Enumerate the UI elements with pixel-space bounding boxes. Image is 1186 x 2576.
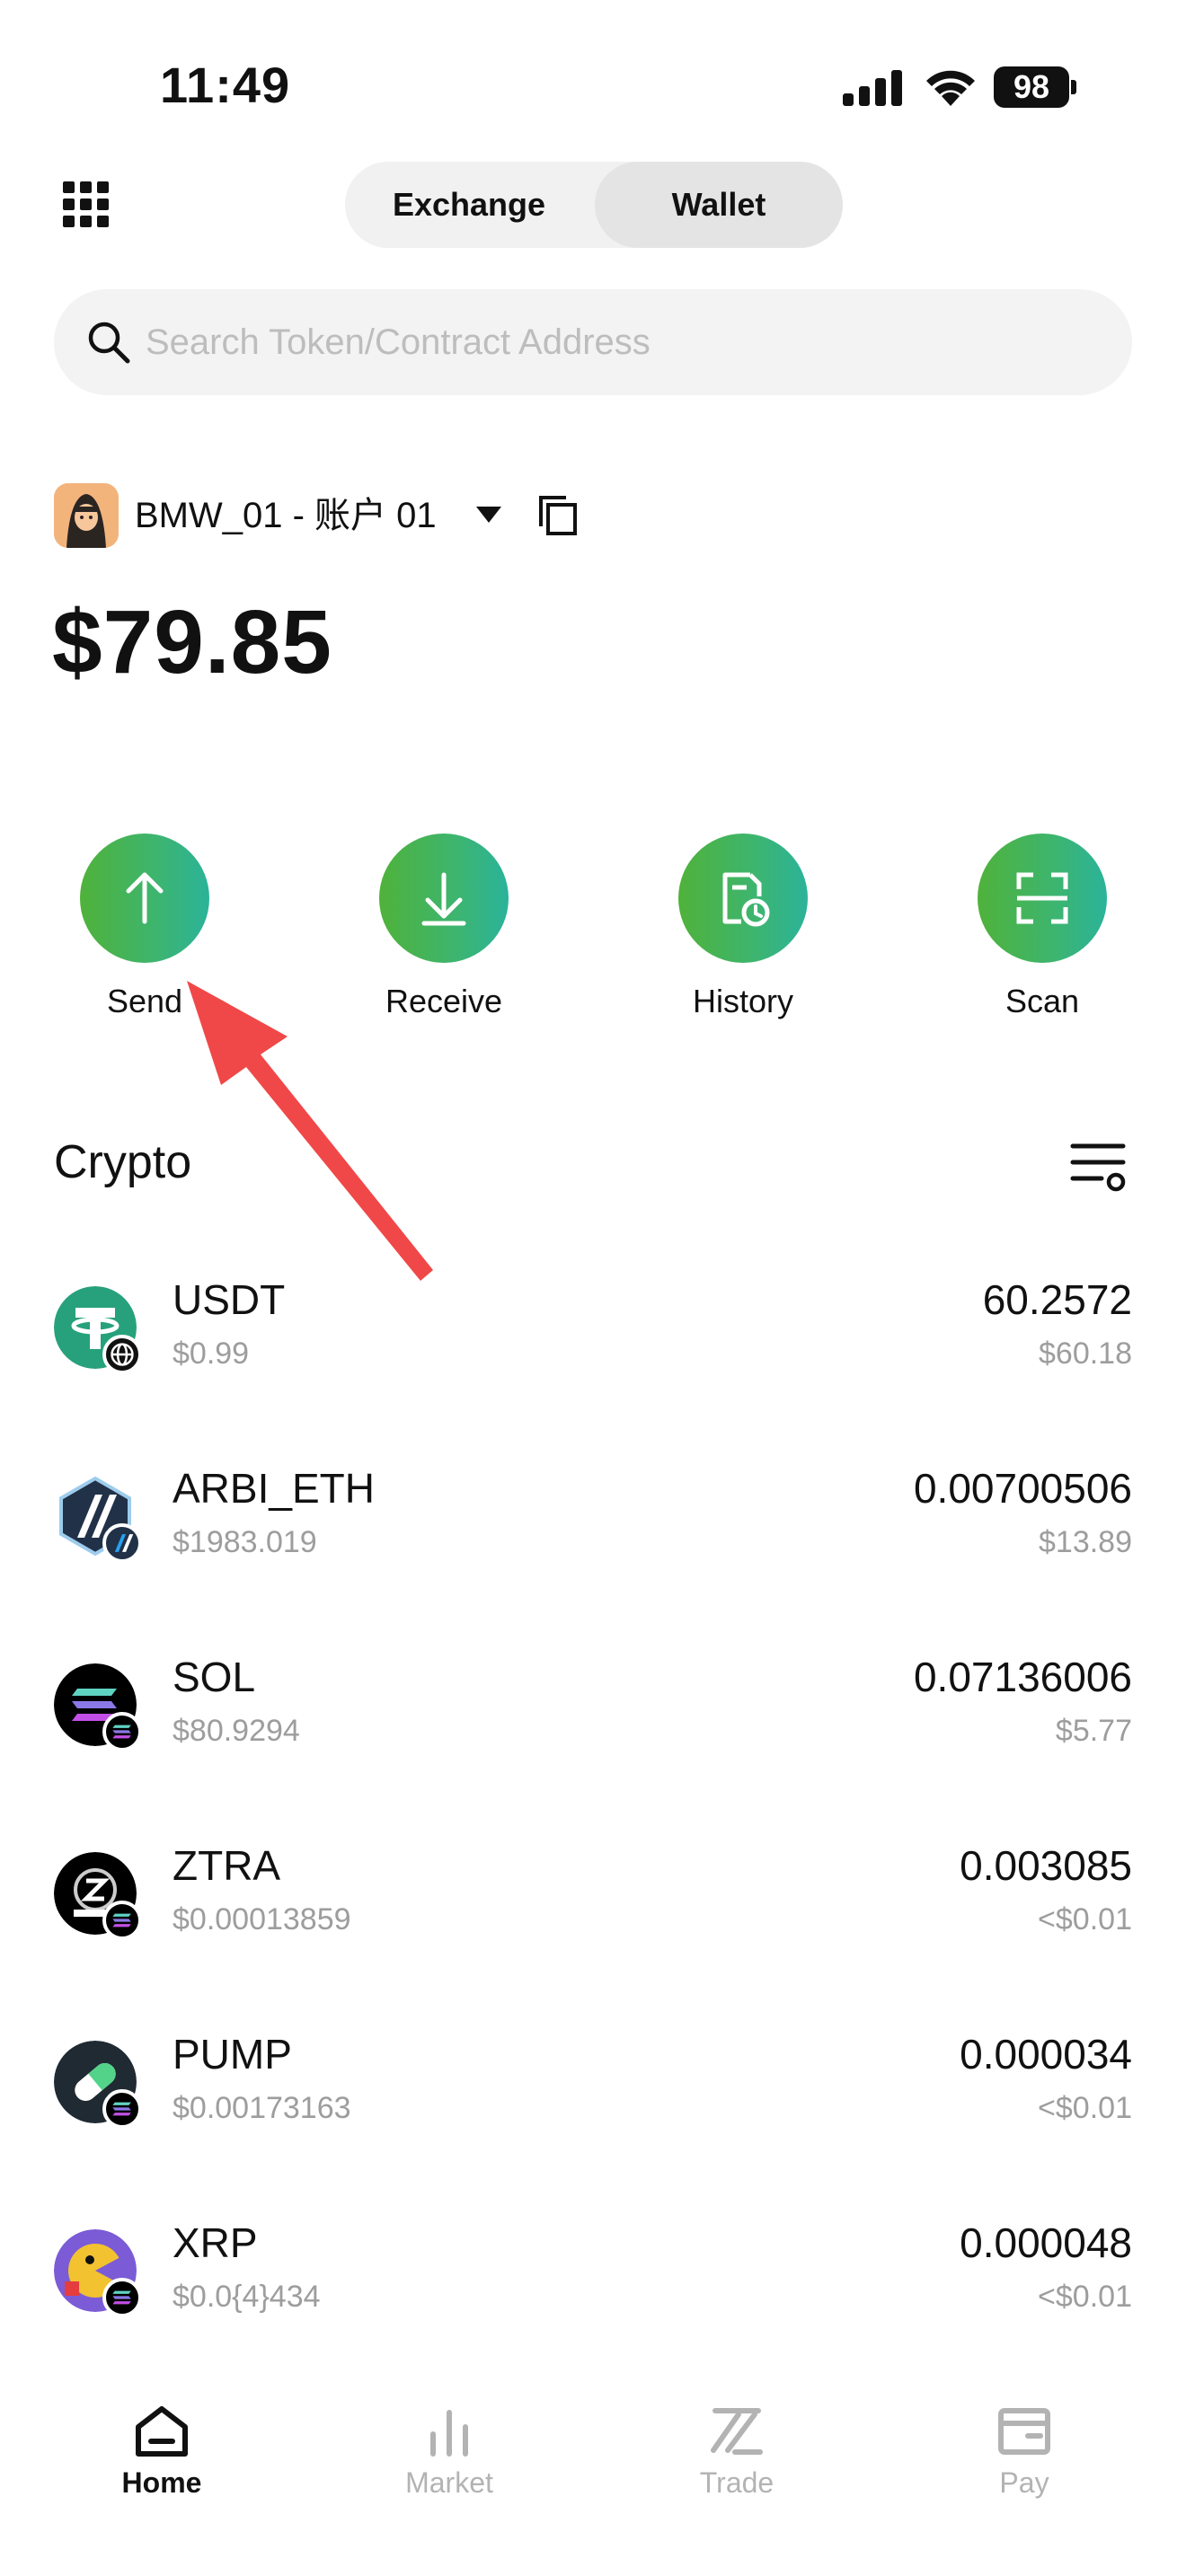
- trade-icon: [711, 2408, 763, 2455]
- apps-grid-icon[interactable]: [63, 181, 110, 228]
- token-amount: 60.2572: [982, 1276, 1132, 1323]
- account-name[interactable]: BMW_01 - 账户 01: [135, 490, 437, 541]
- token-symbol: ARBI_ETH: [173, 1465, 375, 1512]
- token-row-arbi-eth[interactable]: ARBI_ETH $1983.019 0.00700506 $13.89: [0, 1465, 1186, 1663]
- token-symbol: USDT: [173, 1276, 286, 1323]
- nav-market-label: Market: [405, 2466, 493, 2499]
- xrp-meme-icon: [54, 2229, 144, 2319]
- scan-button[interactable]: Scan: [943, 834, 1140, 1031]
- token-price: $0.00173163: [173, 2091, 351, 2125]
- token-value: $13.89: [1039, 1525, 1132, 1559]
- pump-pill-icon: [54, 2041, 144, 2130]
- token-amount: 0.000034: [960, 2031, 1132, 2078]
- token-row-usdt[interactable]: USDT $0.99 60.2572 $60.18: [0, 1276, 1186, 1475]
- send-circle: [80, 834, 209, 963]
- status-bar: 11:49 98: [0, 0, 1186, 171]
- token-value: <$0.01: [1038, 2091, 1132, 2125]
- token-price: $80.9294: [173, 1714, 300, 1748]
- usdt-icon: [54, 1286, 144, 1376]
- token-value: <$0.01: [1038, 1902, 1132, 1936]
- search-bar[interactable]: [54, 289, 1132, 395]
- token-symbol: SOL: [173, 1654, 256, 1700]
- nav-pay[interactable]: Pay: [881, 2371, 1168, 2515]
- history-circle: [678, 834, 808, 963]
- cellular-signal-icon: [843, 70, 902, 106]
- nav-market[interactable]: Market: [305, 2371, 593, 2515]
- bottom-navigation: Home Market Trade Pay: [0, 2371, 1186, 2576]
- receive-circle: [379, 834, 509, 963]
- avatar[interactable]: [54, 483, 119, 548]
- history-icon: [722, 872, 770, 927]
- total-balance: $79.85: [52, 592, 332, 693]
- token-symbol: ZTRA: [173, 1842, 281, 1889]
- battery-icon: 98: [994, 66, 1076, 108]
- token-price: $0.0{4}434: [173, 2280, 321, 2314]
- token-price: $0.00013859: [173, 1902, 351, 1936]
- scan-icon: [1016, 872, 1068, 924]
- ztra-icon: [54, 1852, 144, 1942]
- token-price: $0.99: [173, 1337, 250, 1371]
- scan-label: Scan: [1005, 983, 1080, 1019]
- battery-level: 98: [994, 66, 1069, 108]
- tab-exchange[interactable]: Exchange: [345, 162, 593, 248]
- filter-settings-icon[interactable]: [1069, 1139, 1127, 1195]
- token-price: $1983.019: [173, 1525, 317, 1559]
- search-input[interactable]: [146, 289, 1098, 395]
- arbitrum-icon: [54, 1475, 144, 1565]
- avatar-image: [54, 483, 119, 548]
- search-icon: [88, 322, 130, 364]
- solana-icon: [54, 1663, 144, 1753]
- token-amount: 0.00700506: [913, 1465, 1132, 1512]
- token-symbol: PUMP: [173, 2031, 292, 2078]
- arrow-up-icon: [126, 872, 164, 924]
- wifi-icon: [926, 70, 975, 106]
- nav-trade-label: Trade: [699, 2466, 774, 2499]
- nav-trade[interactable]: Trade: [593, 2371, 881, 2515]
- market-icon: [430, 2410, 468, 2457]
- arrow-down-icon: [421, 872, 466, 926]
- token-amount: 0.003085: [960, 1842, 1132, 1889]
- tab-wallet[interactable]: Wallet: [595, 162, 843, 248]
- history-label: History: [692, 983, 793, 1019]
- token-value: $5.77: [1055, 1714, 1132, 1748]
- crypto-section-title: Crypto: [54, 1136, 192, 1188]
- token-row-ztra[interactable]: ZTRA $0.00013859 0.003085 <$0.01: [0, 1842, 1186, 2041]
- status-time: 11:49: [160, 57, 291, 113]
- token-row-pump[interactable]: PUMP $0.00173163 0.000034 <$0.01: [0, 2031, 1186, 2229]
- scan-circle: [978, 834, 1107, 963]
- annotation-arrow-icon: [187, 981, 433, 1281]
- token-symbol: XRP: [173, 2219, 258, 2266]
- nav-home-label: Home: [121, 2466, 202, 2499]
- nav-home[interactable]: Home: [18, 2371, 305, 2515]
- history-button[interactable]: History: [643, 834, 841, 1031]
- battery-cap: [1071, 80, 1076, 94]
- home-icon: [136, 2406, 188, 2457]
- pay-icon: [998, 2408, 1050, 2455]
- copy-icon[interactable]: [537, 494, 579, 537]
- token-value: <$0.01: [1038, 2280, 1132, 2314]
- caret-down-icon[interactable]: [476, 507, 501, 523]
- exchange-wallet-switch: Exchange Wallet: [345, 162, 843, 248]
- nav-pay-label: Pay: [999, 2466, 1049, 2499]
- token-amount: 0.000048: [960, 2219, 1132, 2266]
- token-amount: 0.07136006: [913, 1654, 1132, 1700]
- token-row-sol[interactable]: SOL $80.9294 0.07136006 $5.77: [0, 1654, 1186, 1852]
- token-value: $60.18: [1039, 1337, 1132, 1371]
